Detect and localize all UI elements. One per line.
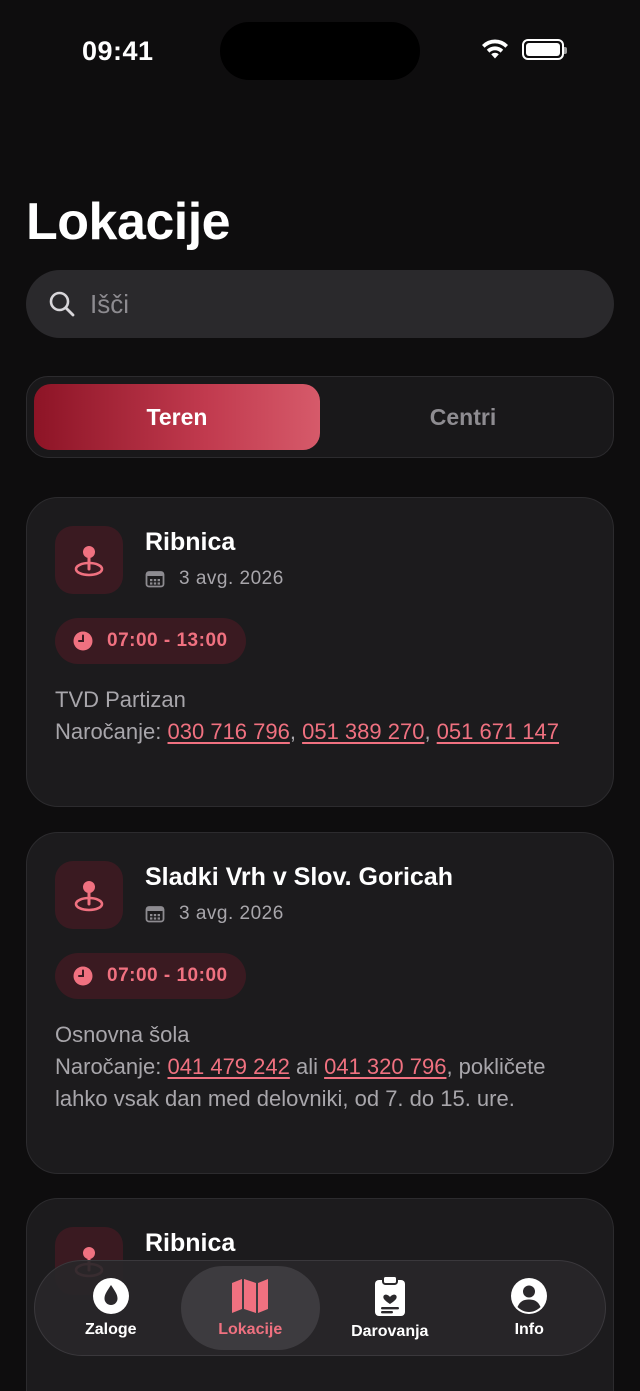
calendar-icon [145,906,165,923]
card-body: Osnovna šola Naročanje: 041 479 242 ali … [55,1019,585,1115]
card-date: 3 avg. 2026 [145,903,284,925]
separator: ali [289,1054,325,1079]
phone-link[interactable]: 041 479 242 [168,1054,290,1079]
segmented-control: Teren Centri [26,376,614,458]
time-pill: 07:00 - 13:00 [55,618,246,664]
tab-label: Lokacije [218,1321,283,1338]
card-date: 3 avg. 2026 [145,568,284,590]
tab-label: Darovanja [351,1323,429,1340]
search-input[interactable] [90,288,570,320]
tab-lokacije[interactable]: Lokacije [180,1266,320,1350]
status-bar: 09:41 [0,0,640,100]
booking-line: Naročanje: 030 716 796, 051 389 270, 051… [55,716,585,748]
clipboard-icon [374,1275,405,1316]
status-icons [480,38,567,60]
battery-icon [522,38,567,60]
booking-label: Naročanje: [55,719,162,744]
booking-line: Naročanje: 041 479 242 ali 041 320 796, … [55,1051,585,1115]
card-body: TVD Partizan Naročanje: 030 716 796, 051… [55,684,585,748]
dynamic-island [220,22,420,80]
location-card[interactable]: Sladki Vrh v Slov. Goricah 3 avg. 2026 0… [26,832,614,1174]
tab-darovanja[interactable]: Darovanja [320,1266,460,1350]
time-pill: 07:00 - 10:00 [55,953,246,999]
card-date-text: 3 avg. 2026 [179,903,284,924]
tab-zaloge[interactable]: Zaloge [41,1266,181,1350]
location-pin-icon [74,546,104,577]
clock-icon [73,631,93,651]
drop-icon [92,1278,129,1314]
phone-link[interactable]: 030 716 796 [168,719,290,744]
separator: , [424,719,437,744]
card-title: Sladki Vrh v Slov. Goricah [145,863,453,891]
map-icon [232,1279,269,1313]
card-title: Ribnica [145,1229,236,1257]
tab-info[interactable]: Info [460,1266,600,1350]
separator: , [289,719,303,744]
location-pin-icon [74,881,104,912]
time-text: 07:00 - 13:00 [107,630,228,651]
page-title: Lokacije [26,193,231,251]
status-time: 09:41 [82,36,154,66]
location-pin-icon-box [55,861,123,929]
phone-link[interactable]: 041 320 796 [324,1054,446,1079]
location-card[interactable]: Ribnica 3 avg. 2026 07:00 - 13:00 TVD Pa… [26,497,614,807]
tab-label: Info [514,1321,544,1338]
phone-link[interactable]: 051 671 147 [437,719,559,744]
venue-text: TVD Partizan [55,687,186,712]
booking-label: Naročanje: [55,1054,162,1079]
wifi-icon [482,39,508,59]
card-title: Ribnica [145,528,236,556]
venue-text: Osnovna šola [55,1022,190,1047]
clock-icon [73,966,93,986]
segment-centri[interactable]: Centri [320,384,606,450]
person-icon [511,1278,548,1314]
phone-link[interactable]: 051 389 270 [302,719,424,744]
search-bar[interactable] [26,270,614,338]
segment-teren[interactable]: Teren [34,384,320,450]
time-text: 07:00 - 10:00 [107,965,228,986]
tab-bar: Zaloge Lokacije Darovanja Info [34,1260,606,1356]
tab-label: Zaloge [84,1321,137,1338]
search-icon [49,291,75,317]
calendar-icon [145,571,165,588]
location-pin-icon-box [55,526,123,594]
card-date-text: 3 avg. 2026 [179,568,284,589]
